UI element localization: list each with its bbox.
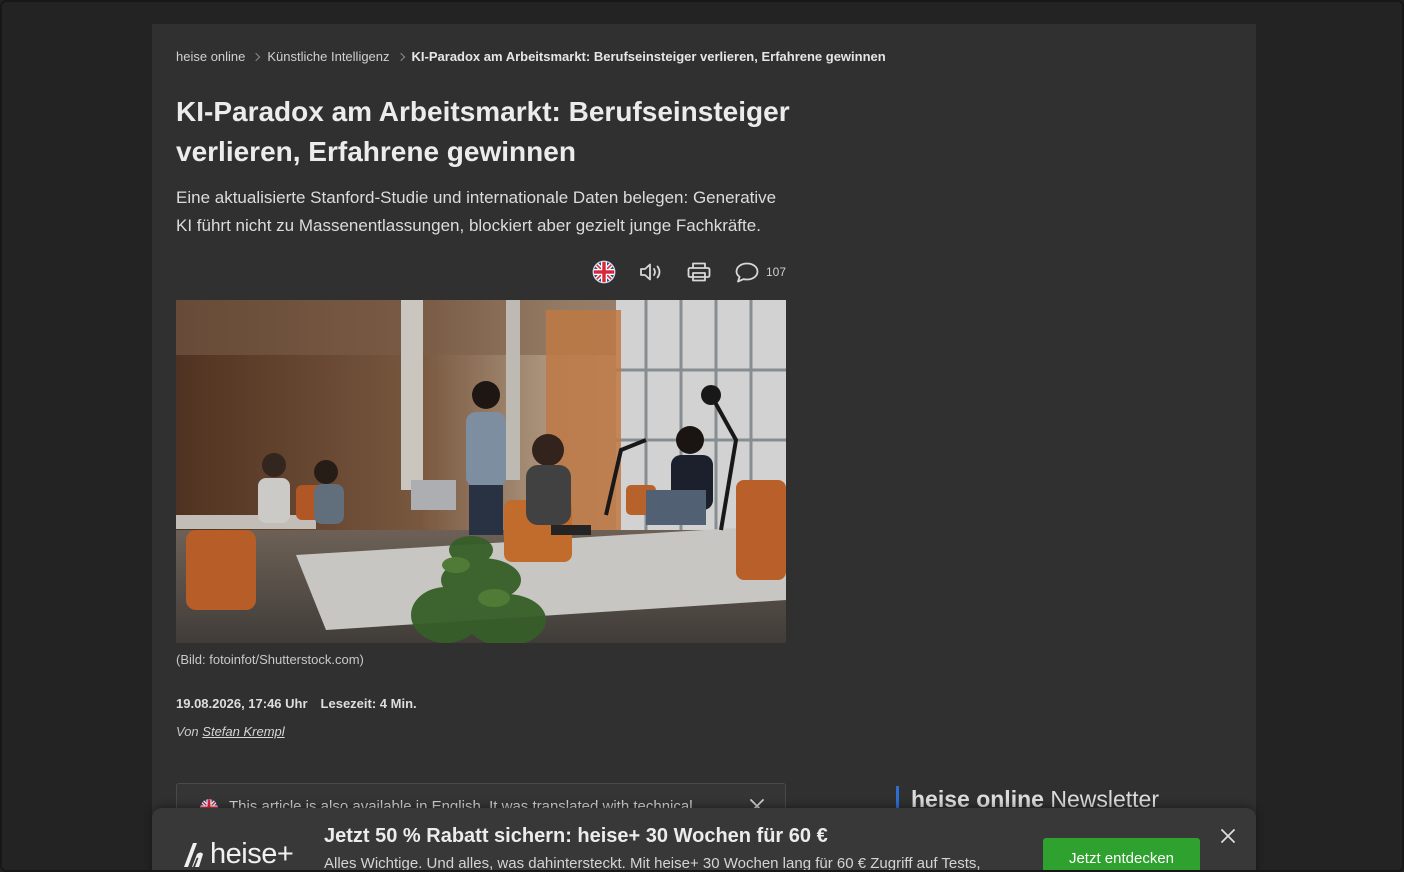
- article-lead: Eine aktualisierte Stanford-Studie und i…: [176, 188, 777, 235]
- comment-count: 107: [765, 265, 786, 279]
- author-link[interactable]: Stefan Krempl: [202, 724, 284, 739]
- page-title: KI-Paradox am Arbeitsmarkt: Berufseinste…: [176, 96, 790, 167]
- breadcrumb: heise online Künstliche Intelligenz KI-P…: [176, 49, 886, 64]
- office-photo: [176, 300, 786, 643]
- reading-time: Lesezeit: 4 Min.: [320, 696, 417, 711]
- read-aloud-button[interactable]: [638, 260, 664, 284]
- speaker-icon: [640, 263, 661, 281]
- promo-cta-button[interactable]: Jetzt entdecken: [1043, 838, 1200, 870]
- promo-title: Jetzt 50 % Rabatt sichern: heise+ 30 Woc…: [324, 825, 828, 847]
- image-caption: (Bild: fotoinfot/Shutterstock.com): [176, 652, 364, 667]
- article-page: heise online Künstliche Intelligenz KI-P…: [152, 24, 1256, 870]
- browser-viewport: heise online Künstliche Intelligenz KI-P…: [0, 0, 1404, 872]
- comment-icon: [735, 262, 759, 283]
- chevron-right-icon: [396, 52, 405, 61]
- heise-plus-wordmark: heise+: [210, 838, 294, 870]
- article-meta: 19.08.2026, 17:46 Uhr Lesezeit: 4 Min.: [176, 696, 417, 711]
- uk-flag-icon: [592, 260, 616, 284]
- english-version-button[interactable]: [592, 260, 616, 284]
- heise-plus-logo: heise+: [182, 838, 294, 870]
- article-hero-image[interactable]: [176, 300, 786, 643]
- promo-text: Alles Wichtige. Und alles, was dahinters…: [324, 855, 981, 872]
- article-date: 19.08.2026, 17:46 Uhr: [176, 696, 308, 711]
- breadcrumb-current: KI-Paradox am Arbeitsmarkt: Berufseinste…: [411, 49, 886, 64]
- chevron-right-icon: [252, 52, 261, 61]
- article-actions: 107: [588, 260, 786, 284]
- close-icon[interactable]: [1220, 828, 1236, 844]
- breadcrumb-item-home[interactable]: heise online: [176, 49, 245, 64]
- comments-button[interactable]: 107: [734, 260, 786, 284]
- heise-plus-logo-mark: [184, 842, 203, 867]
- byline: Von Stefan Krempl: [176, 724, 285, 739]
- print-button[interactable]: [686, 260, 712, 284]
- promo-banner: heise+ Jetzt 50 % Rabatt sichern: heise+…: [152, 808, 1256, 872]
- breadcrumb-item-ki[interactable]: Künstliche Intelligenz: [267, 49, 389, 64]
- byline-prefix: Von: [176, 724, 199, 739]
- printer-icon: [687, 262, 711, 282]
